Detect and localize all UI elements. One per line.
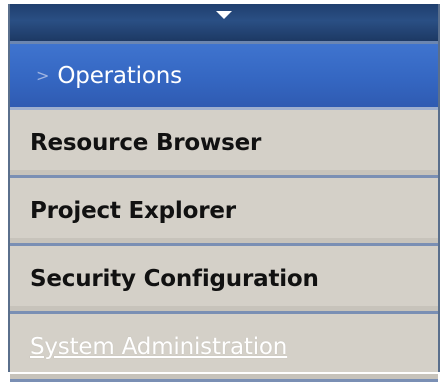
- collapse-arrow-icon[interactable]: [216, 11, 232, 19]
- menu-item-label: Resource Browser: [30, 129, 262, 156]
- menu-item-label: Security Configuration: [30, 265, 319, 292]
- menu-item-project-explorer[interactable]: Project Explorer: [10, 178, 438, 246]
- panel-header: [10, 4, 438, 44]
- menu-item-label: Operations: [57, 62, 182, 89]
- menu-item-label: System Administration: [30, 333, 288, 360]
- navigation-panel: > Operations Resource Browser Project Ex…: [8, 4, 440, 382]
- menu-item-label: Project Explorer: [30, 197, 236, 224]
- navigation-menu: > Operations Resource Browser Project Ex…: [10, 44, 438, 382]
- menu-item-resource-browser[interactable]: Resource Browser: [10, 110, 438, 178]
- menu-item-security-configuration[interactable]: Security Configuration: [10, 246, 438, 314]
- menu-item-system-administration[interactable]: System Administration: [10, 314, 438, 382]
- chevron-right-icon: >: [36, 66, 50, 85]
- menu-item-operations[interactable]: > Operations: [10, 44, 438, 110]
